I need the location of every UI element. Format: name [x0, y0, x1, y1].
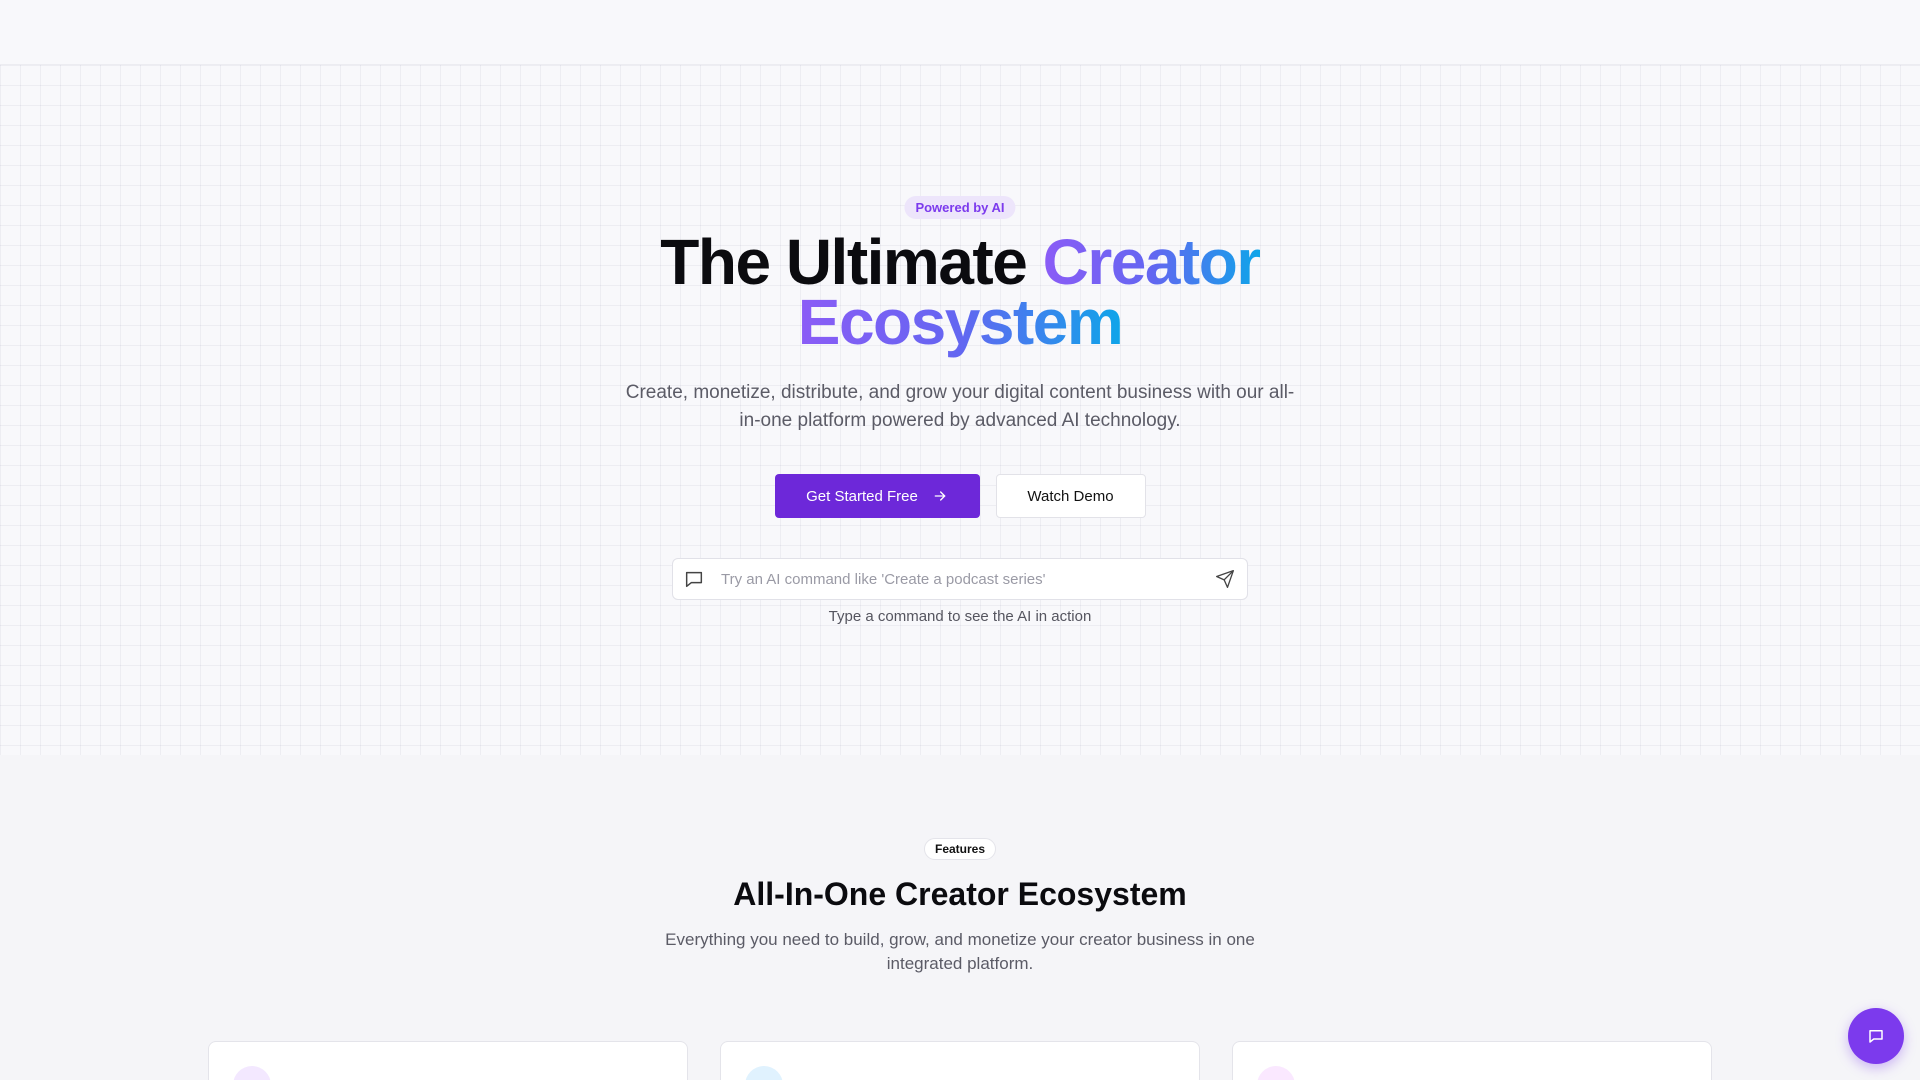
- hero-button-row: Get Started Free Watch Demo: [0, 474, 1920, 518]
- top-navbar: [0, 0, 1920, 65]
- ai-command-hint: Type a command to see the AI in action: [828, 608, 1092, 625]
- arrow-right-icon: [934, 491, 946, 501]
- hero-title: The Ultimate Creator Ecosystem: [0, 230, 1920, 354]
- chat-icon: [1869, 1030, 1883, 1043]
- send-icon[interactable]: [1215, 569, 1235, 589]
- features-badge: Features: [923, 838, 997, 860]
- chat-bubble-icon: [685, 571, 703, 588]
- content-icon: [233, 1066, 271, 1080]
- feature-card-2[interactable]: [720, 1041, 1200, 1080]
- powered-by-ai-badge: Powered by AI: [904, 196, 1016, 219]
- ai-command-input[interactable]: [721, 570, 1215, 588]
- feature-card-3[interactable]: [1232, 1041, 1712, 1080]
- hero-title-accent-2: Ecosystem: [797, 286, 1124, 358]
- features-title: All-In-One Creator Ecosystem: [733, 876, 1187, 912]
- features-subtitle: Everything you need to build, grow, and …: [665, 930, 1255, 973]
- feature-card-1[interactable]: [208, 1041, 688, 1080]
- chat-fab-button[interactable]: [1848, 1008, 1904, 1064]
- globe-icon: [745, 1066, 783, 1080]
- sparkle-icon: [1257, 1066, 1295, 1080]
- hero-subtitle: Create, monetize, distribute, and grow y…: [625, 382, 1295, 431]
- get-started-button[interactable]: Get Started Free: [774, 474, 980, 518]
- get-started-label: Get Started Free: [806, 487, 918, 505]
- watch-demo-button[interactable]: Watch Demo: [995, 474, 1146, 518]
- ai-command-bar: [672, 558, 1248, 600]
